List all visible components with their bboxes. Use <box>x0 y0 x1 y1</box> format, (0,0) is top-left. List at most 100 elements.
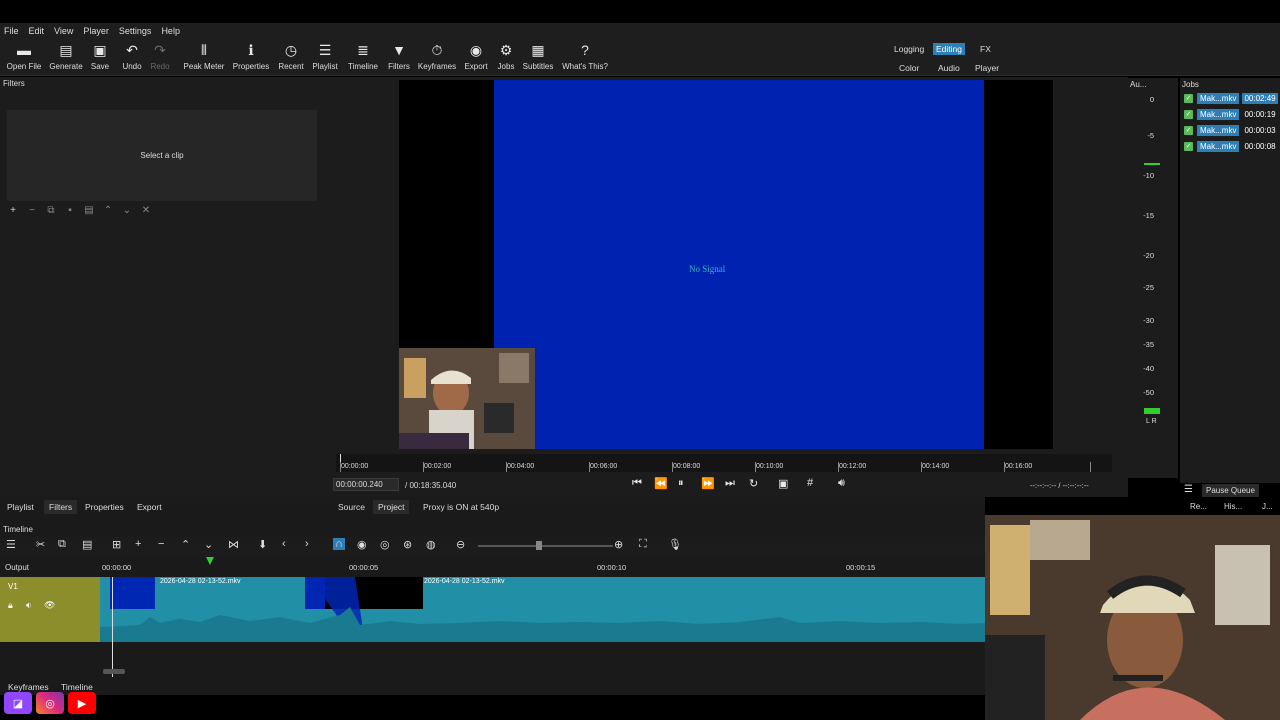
pause-queue-button[interactable]: Pause Queue <box>1202 484 1259 497</box>
ripple-markers-icon[interactable]: ◍ <box>426 538 436 551</box>
menu-edit[interactable]: Edit <box>29 26 45 36</box>
cut-icon[interactable]: ✂ <box>36 538 45 551</box>
paste-filter-icon[interactable]: ▪ <box>65 205 75 216</box>
tab-timeline[interactable]: Timeline <box>61 682 93 692</box>
add-icon[interactable]: + <box>135 538 141 550</box>
timeline-title: Timeline <box>3 525 33 534</box>
zoom-fit-icon[interactable]: ⛶ <box>639 538 647 551</box>
remove-filter-icon[interactable]: − <box>27 205 37 216</box>
next-marker-icon[interactable]: › <box>305 538 309 550</box>
job-row[interactable]: ✓ Mak...mkv 00:02:49 <box>1184 93 1278 104</box>
meter-tick: -40 <box>1143 364 1154 373</box>
timeline-tick: 00:00:10 <box>597 563 627 572</box>
ripple-all-icon[interactable]: ⊛ <box>403 538 412 551</box>
zoom-slider-handle[interactable] <box>536 541 542 550</box>
tab-properties[interactable]: Properties <box>85 502 124 512</box>
zoom-slider[interactable] <box>478 545 613 547</box>
video-viewer[interactable]: No Signal <box>399 80 1053 449</box>
track-header-v1[interactable]: V1 🔒︎ 🔉︎ 👁︎ <box>0 577 100 642</box>
record-audio-icon[interactable]: 🎙︎ <box>668 538 682 551</box>
job-row[interactable]: ✓ Mak...mkv 00:00:03 <box>1184 125 1278 136</box>
peak-meter-button[interactable]: ⦀ Peak Meter <box>178 41 230 71</box>
zoom-out-icon[interactable]: ⊖ <box>456 538 465 551</box>
remove-icon[interactable]: − <box>158 538 164 550</box>
paste-icon[interactable]: ▤ <box>82 538 92 551</box>
meter-tick: -35 <box>1143 340 1154 349</box>
filters-placeholder: Select a clip <box>7 110 317 201</box>
job-row[interactable]: ✓ Mak...mkv 00:00:08 <box>1184 141 1278 152</box>
tab-playlist[interactable]: Playlist <box>7 502 34 512</box>
ripple-icon[interactable]: ◎ <box>380 538 390 551</box>
question-icon: ? <box>581 42 589 58</box>
timeline-menu-icon[interactable]: ☰ <box>6 538 16 551</box>
workspace-player[interactable]: Player <box>972 62 1002 74</box>
move-down-icon[interactable]: ⌄ <box>122 205 132 216</box>
check-icon: ✓ <box>1184 126 1193 135</box>
menu-help[interactable]: Help <box>161 26 180 36</box>
job-row[interactable]: ✓ Mak...mkv 00:00:19 <box>1184 109 1278 120</box>
workspace-editing[interactable]: Editing <box>933 43 965 55</box>
tab-project[interactable]: Project <box>373 500 410 514</box>
clip-1-label: 2026-04-28 02-13-52.mkv <box>160 578 241 585</box>
tab-recent[interactable]: Re... <box>1190 502 1207 511</box>
skip-previous-icon[interactable]: ⏮ <box>632 477 642 490</box>
loop-icon[interactable]: ↻ <box>749 477 758 490</box>
track-v1[interactable]: 2026-04-28 02-13-52.mkv 2026-04-28 02-13… <box>100 577 985 677</box>
ruler-tick: 00:08:00 <box>673 463 701 470</box>
eye-icon[interactable]: 👁︎ <box>44 600 55 611</box>
grid-icon[interactable]: # <box>807 477 813 489</box>
tab-filters[interactable]: Filters <box>44 500 78 514</box>
deselect-icon[interactable]: ✕ <box>141 205 151 216</box>
menu-settings[interactable]: Settings <box>119 26 152 36</box>
lock-icon[interactable]: 🔒︎ <box>8 600 13 611</box>
tab-history[interactable]: His... <box>1224 502 1242 511</box>
zoom-icon[interactable]: ▣ <box>778 477 788 490</box>
pause-icon[interactable]: ⏸ <box>678 477 684 490</box>
whats-this-button[interactable]: ? What's This? <box>559 41 611 71</box>
tab-jobs[interactable]: J... <box>1262 502 1273 511</box>
meter-tick: -50 <box>1143 388 1154 397</box>
workspace-logging[interactable]: Logging <box>891 43 927 55</box>
add-filter-icon[interactable]: + <box>8 205 18 216</box>
info-icon: ℹ <box>248 42 254 58</box>
menu-view[interactable]: View <box>54 26 73 36</box>
subtitles-button[interactable]: ▦ Subtitles <box>512 41 564 71</box>
copy-icon[interactable]: ⧉ <box>58 538 66 551</box>
zoom-in-icon[interactable]: ⊕ <box>614 538 623 551</box>
save-preset-icon[interactable]: ▤ <box>84 205 94 216</box>
job-time: 00:02:49 <box>1242 93 1278 104</box>
mute-icon[interactable]: 🔉︎ <box>26 600 32 611</box>
append-icon[interactable]: ⊞ <box>112 538 121 551</box>
volume-icon[interactable]: 🔊︎ <box>838 477 845 490</box>
split-icon[interactable]: ⋈ <box>228 538 239 551</box>
workspace-color[interactable]: Color <box>896 62 922 74</box>
skip-next-icon[interactable]: ⏭ <box>725 477 735 490</box>
fast-forward-icon[interactable]: ⏩ <box>701 477 715 490</box>
timeline-playhead[interactable] <box>112 577 113 677</box>
tab-keyframes[interactable]: Keyframes <box>8 682 49 692</box>
timeline-ruler[interactable]: 00:00:00 00:00:05 00:00:10 00:00:15 <box>100 557 985 575</box>
jobs-menu-icon[interactable]: ☰ <box>1184 484 1193 495</box>
timeline-scrollbar[interactable] <box>103 669 125 674</box>
copy-filter-icon[interactable]: ⧉ <box>46 205 56 216</box>
tab-export[interactable]: Export <box>137 502 162 512</box>
rewind-icon[interactable]: ⏪ <box>654 477 668 490</box>
ruler-tick: 00:12:00 <box>839 463 867 470</box>
move-up-icon[interactable]: ⌃ <box>103 205 113 216</box>
overwrite-icon[interactable]: ⌄ <box>204 538 213 551</box>
menu-player[interactable]: Player <box>83 26 109 36</box>
gear-icon: ⚙ <box>499 42 513 58</box>
menu-file[interactable]: File <box>4 26 19 36</box>
workspace-audio[interactable]: Audio <box>935 62 963 74</box>
webcam-feed <box>985 515 1280 720</box>
lift-icon[interactable]: ⌃ <box>181 538 190 551</box>
position-timecode[interactable]: 00:00:00.240 <box>333 478 399 491</box>
viewer-ruler[interactable]: 00:00:00 00:02:00 00:04:00 00:06:00 00:0… <box>336 454 1112 472</box>
tab-source[interactable]: Source <box>338 502 365 512</box>
scrub-icon[interactable]: ◉ <box>357 538 367 551</box>
workspace-fx[interactable]: FX <box>977 43 994 55</box>
snap-icon[interactable]: ∩ <box>333 538 345 550</box>
prev-marker-icon[interactable]: ‹ <box>282 538 286 550</box>
timeline-tick: 00:00:05 <box>349 563 379 572</box>
marker-icon[interactable]: ⬇ <box>258 538 267 551</box>
